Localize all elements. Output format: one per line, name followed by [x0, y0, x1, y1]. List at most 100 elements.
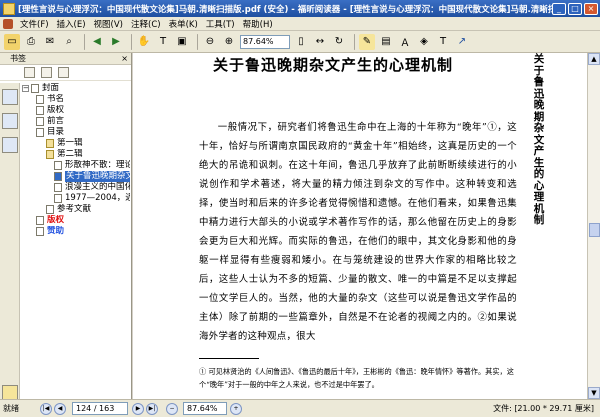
new-bookmark-icon[interactable]	[24, 67, 35, 78]
bookmark-tools	[0, 65, 131, 81]
close-button[interactable]: ×	[584, 2, 598, 15]
document-view[interactable]: 关于鲁迅晚期杂文产生的心理机制 一般情况下，研究者们将鲁迅生命中在上海的十年称为…	[133, 53, 587, 399]
footnote-rule	[199, 358, 259, 359]
first-page-icon[interactable]: |◀	[40, 402, 52, 415]
bookmark-item[interactable]: 1977—2004，近	[22, 193, 130, 204]
vertical-scrollbar[interactable]: ▲ ▼	[587, 53, 600, 399]
document-menu-icon[interactable]	[3, 18, 13, 29]
bookmark-label: 目录	[47, 127, 65, 137]
close-panel-icon[interactable]: ×	[121, 53, 128, 65]
bookmark-item[interactable]: 浪漫主义的中国化	[22, 182, 130, 193]
bookmark-item[interactable]: 第二辑	[22, 149, 130, 160]
bookmark-label: 赞助	[47, 226, 65, 236]
bookmark-item[interactable]: 版权	[22, 105, 130, 116]
bookmark-item[interactable]: 目录	[22, 127, 130, 138]
bookmark-item[interactable]: 第一辑	[22, 138, 130, 149]
status-text: 就绪	[3, 404, 19, 413]
find-icon[interactable]: ⌕	[61, 34, 77, 50]
title-bar: [理性言说与心理浮沉：中国现代散文论集]马朝.清晰扫描版.pdf (安全) - …	[0, 0, 600, 17]
bookmark-item[interactable]: 参考文献	[22, 204, 130, 215]
select-text-icon[interactable]: T	[155, 34, 171, 50]
folder-icon	[46, 139, 54, 148]
arrow-tool-icon[interactable]: ↗	[454, 34, 470, 50]
typewriter-icon[interactable]: Ａ	[397, 34, 413, 50]
zoom-in-status-icon[interactable]: +	[230, 402, 242, 415]
bookmark-label: 浪漫主义的中国化	[65, 182, 130, 192]
toolbar-separator	[197, 33, 198, 50]
fit-width-icon[interactable]: ↔	[312, 34, 328, 50]
bookmark-label: 关于鲁迅晚期杂文	[65, 171, 130, 182]
zoom-input[interactable]: 87.64%	[240, 34, 290, 49]
highlight-icon[interactable]: ▤	[378, 34, 394, 50]
zoom-out-icon[interactable]: ⊖	[202, 34, 218, 50]
bookmark-label: 第二辑	[57, 149, 83, 159]
comment-icon[interactable]: ✎	[359, 33, 375, 50]
zoom-status-input[interactable]: 87.64%	[183, 402, 227, 415]
layers-tab-icon[interactable]	[2, 137, 18, 153]
bookmark-tree: − 封面 书名 版权 前言 目录 第一辑 第二辑 形散神不散：理论 关于鲁迅晚期杂…	[22, 83, 130, 399]
stamp-icon[interactable]: ◈	[416, 34, 432, 50]
page-title: 关于鲁迅晚期杂文产生的心理机制	[212, 56, 453, 74]
page-size-info: 文件: [21.00 * 29.71 厘米]	[493, 404, 594, 413]
collapse-icon[interactable]: −	[22, 85, 29, 92]
page-icon	[54, 194, 62, 203]
bookmark-panel-title: 书签	[10, 54, 26, 63]
scroll-up-icon[interactable]: ▲	[588, 53, 600, 65]
bookmark-item[interactable]: 书名	[22, 94, 130, 105]
menu-bar: 文件(F) 插入(E) 视图(V) 注释(C) 表单(K) 工具(T) 帮助(H…	[0, 17, 600, 31]
rotate-icon[interactable]: ↻	[331, 34, 347, 50]
menu-file[interactable]: 文件(F)	[16, 18, 53, 30]
scroll-thumb[interactable]	[589, 223, 600, 237]
menu-help[interactable]: 帮助(H)	[239, 18, 277, 30]
thumbnails-tab-icon[interactable]	[2, 113, 18, 129]
hand-tool-icon[interactable]: ✋	[136, 34, 152, 50]
bookmark-label: 第一辑	[57, 138, 83, 148]
prev-page-icon[interactable]: ◀	[54, 402, 66, 415]
bookmark-item[interactable]: − 封面	[22, 83, 130, 94]
minimize-button[interactable]: _	[552, 2, 566, 15]
bookmark-label: 参考文献	[57, 204, 92, 214]
text-tool-icon[interactable]: T	[435, 34, 451, 50]
maximize-button[interactable]: □	[568, 2, 582, 15]
page-icon	[36, 95, 44, 104]
page-number-input[interactable]: 124 / 163	[72, 402, 128, 415]
email-icon[interactable]: ✉	[42, 34, 58, 50]
menu-tools[interactable]: 工具(T)	[202, 18, 239, 30]
next-page-icon[interactable]: ▶	[132, 402, 144, 415]
bookmark-item[interactable]: 版权	[22, 215, 130, 226]
body-text: 一般情况下，研究者们将鲁迅生命中在上海的十年称为“晚年”①，这十年，恰好与所谓南…	[199, 118, 517, 346]
delete-bookmark-icon[interactable]	[41, 67, 52, 78]
zoom-in-icon[interactable]: ⊕	[221, 34, 237, 50]
forward-icon[interactable]: ▶	[108, 34, 124, 50]
status-bar: 就绪 |◀ ◀ 124 / 163 ▶ ▶| − 87.64% + 文件: [2…	[0, 399, 600, 417]
menu-view[interactable]: 视图(V)	[90, 18, 127, 30]
menu-form[interactable]: 表单(K)	[165, 18, 202, 30]
page-icon	[36, 106, 44, 115]
toolbar-separator	[131, 33, 132, 50]
running-header-vertical: 关于鲁迅晚期杂文产生的心理机制	[533, 53, 545, 226]
open-icon[interactable]: ▭	[4, 33, 20, 50]
toolbar: ▭ ⎙ ✉ ⌕ ◀ ▶ ✋ T ▣ ⊖ ⊕ 87.64% ▯ ↔ ↻ ✎ ▤ Ａ…	[0, 31, 600, 53]
bookmark-item[interactable]: 赞助	[22, 226, 130, 237]
last-page-icon[interactable]: ▶|	[146, 402, 158, 415]
bookmark-item-selected[interactable]: 关于鲁迅晚期杂文	[22, 171, 130, 182]
bookmark-label: 封面	[42, 83, 60, 93]
bookmark-item[interactable]: 形散神不散：理论	[22, 160, 130, 171]
window-title: [理性言说与心理浮沉：中国现代散文论集]马朝.清晰扫描版.pdf (安全) - …	[18, 4, 552, 15]
page-icon	[54, 183, 62, 192]
bookmark-label: 版权	[47, 215, 65, 225]
bookmark-item[interactable]: 前言	[22, 116, 130, 127]
scroll-down-icon[interactable]: ▼	[588, 387, 600, 399]
bookmarks-tab-icon[interactable]	[2, 89, 18, 105]
fit-page-icon[interactable]: ▯	[293, 34, 309, 50]
app-icon	[3, 2, 15, 15]
zoom-out-status-icon[interactable]: −	[166, 402, 178, 415]
page-icon	[54, 161, 62, 170]
print-icon[interactable]: ⎙	[23, 34, 39, 50]
menu-insert[interactable]: 插入(E)	[53, 18, 90, 30]
snapshot-icon[interactable]: ▣	[174, 34, 190, 50]
bookmark-panel-header: 书签 ×	[0, 53, 131, 65]
menu-comment[interactable]: 注释(C)	[127, 18, 165, 30]
back-icon[interactable]: ◀	[89, 34, 105, 50]
bookmark-options-icon[interactable]	[58, 67, 69, 78]
